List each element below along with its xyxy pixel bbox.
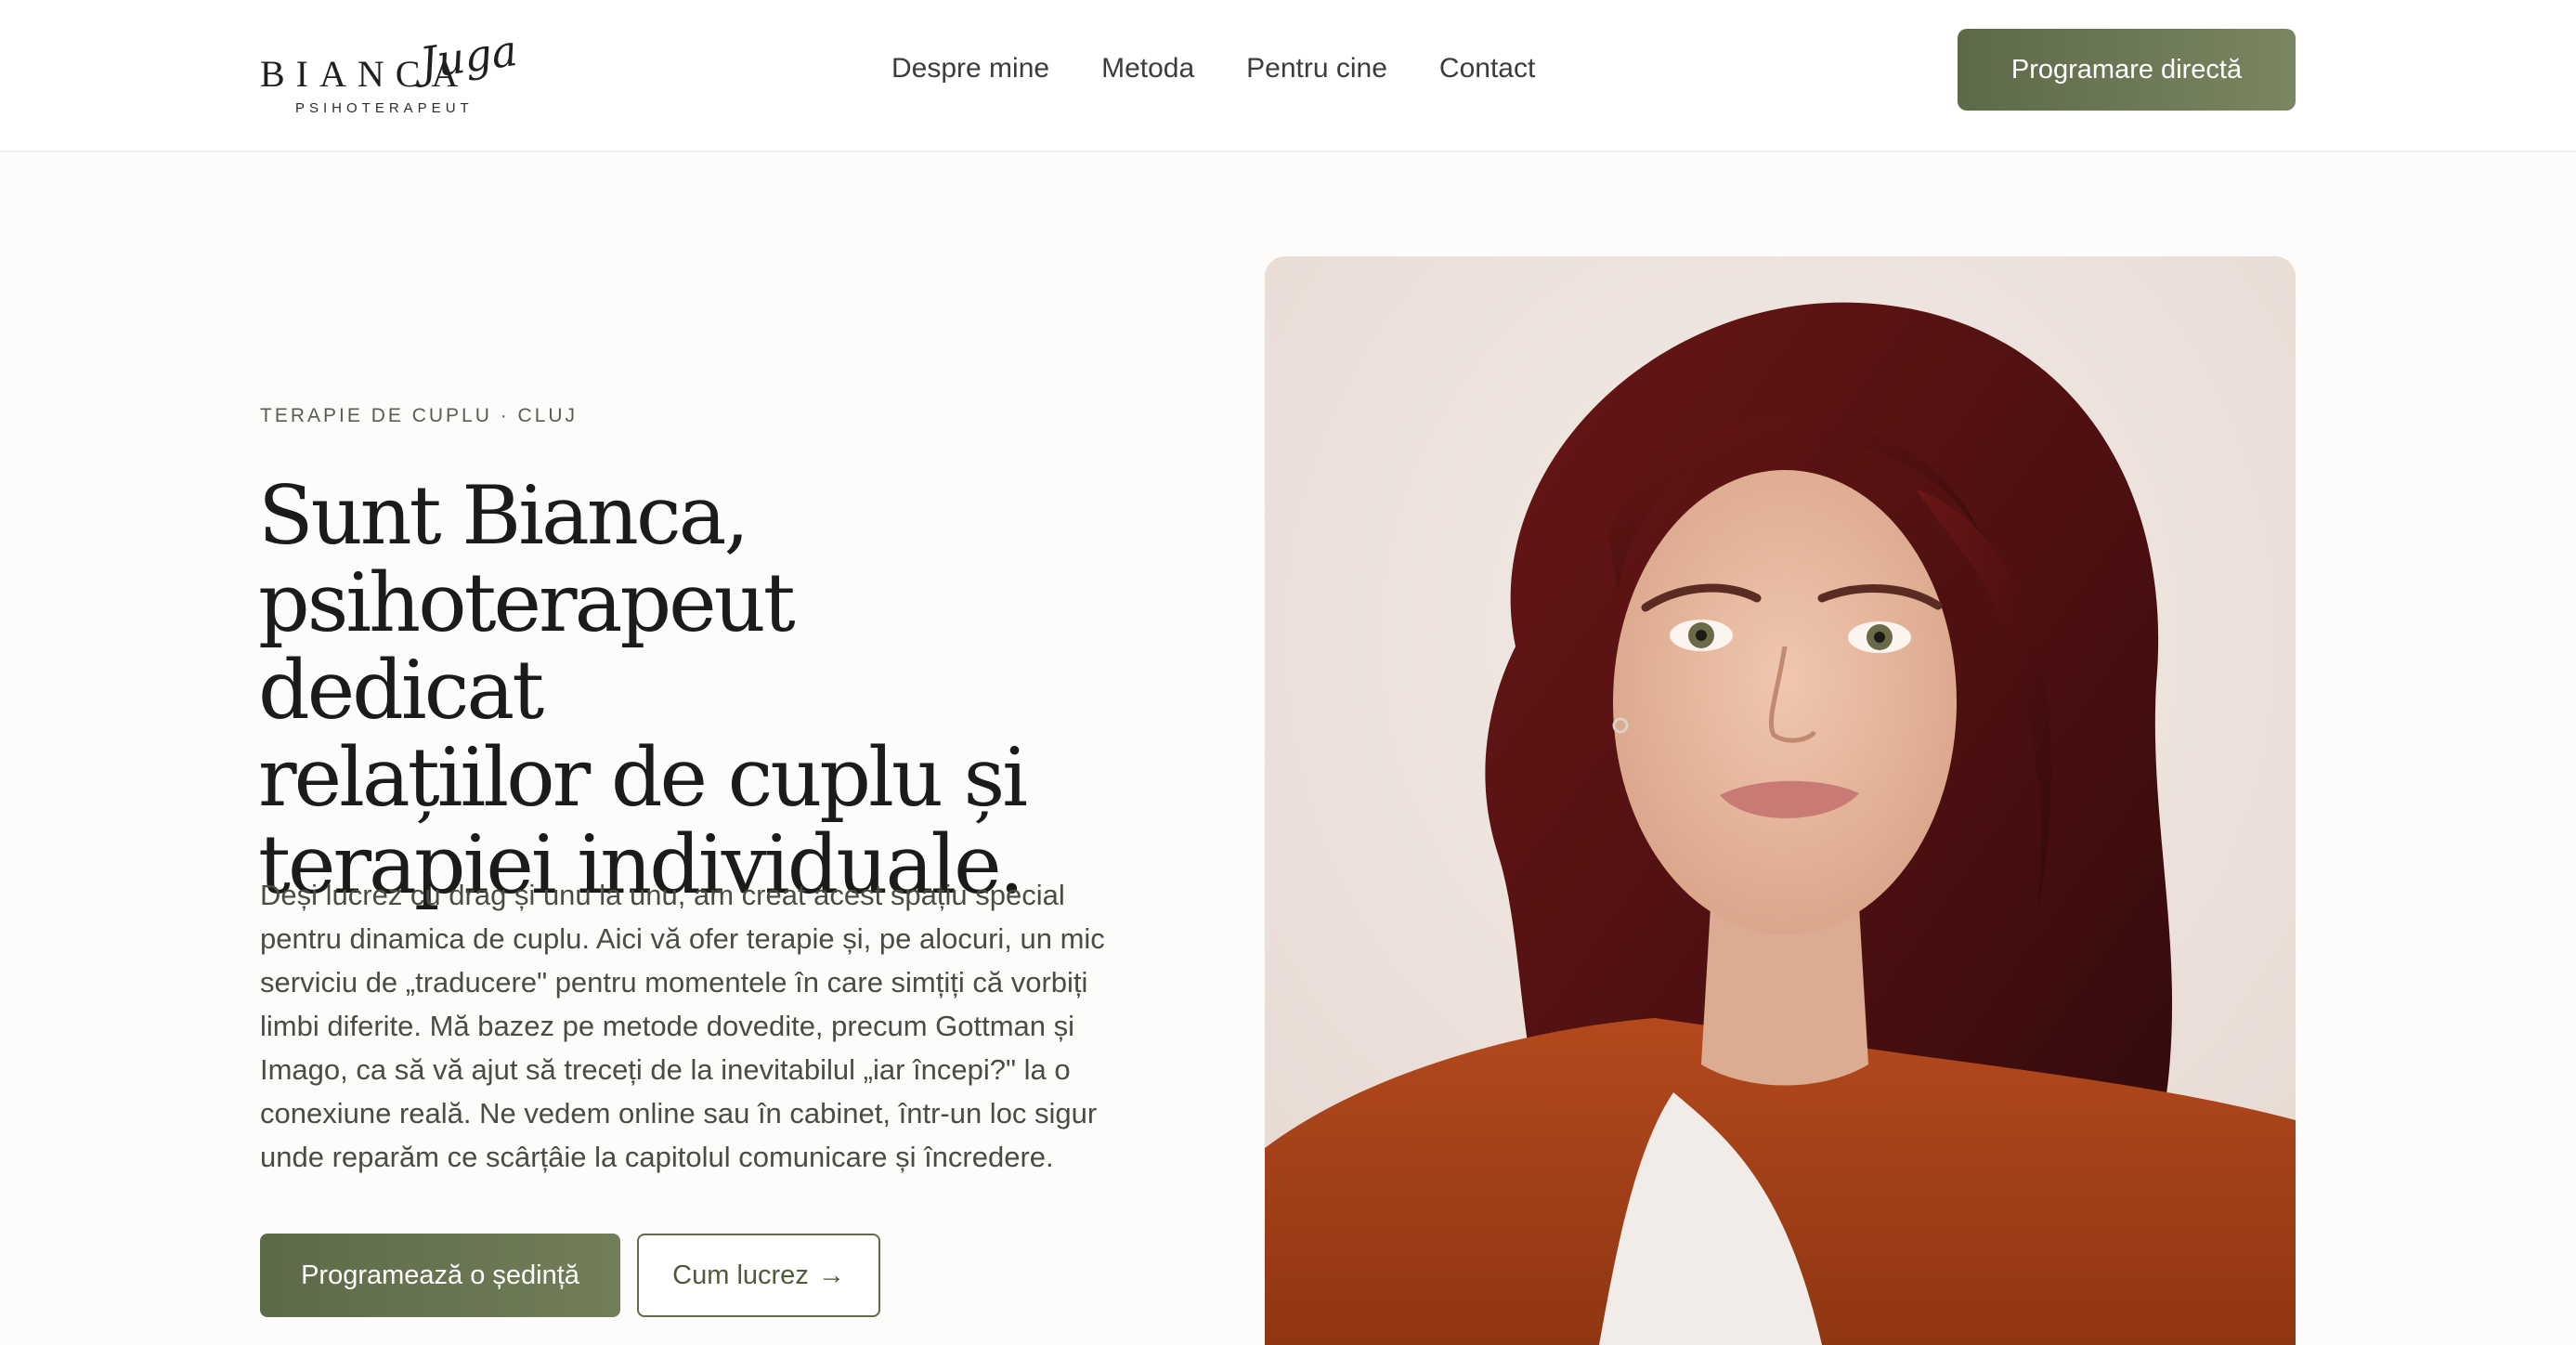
portrait-photo <box>1265 256 2296 1345</box>
nav-item-despre-mine[interactable]: Despre mine <box>891 48 1049 89</box>
nav-item-metoda[interactable]: Metoda <box>1101 48 1194 89</box>
hero-intro: Deși lucrez cu drag și unu la unu, am cr… <box>260 873 1189 1179</box>
arrow-right-icon: → <box>817 1260 845 1290</box>
hero-headline: Sunt Bianca, psihoterapeut dedicat relaț… <box>258 472 1094 908</box>
intro-line: Deși lucrez cu drag și unu la unu, am cr… <box>260 879 1065 911</box>
hero-eyebrow: TERAPIE DE CUPLU · CLUJ <box>260 405 579 426</box>
intro-line: limbi diferite. Mă bazez pe metode doved… <box>260 1010 1075 1042</box>
logo-last-name: Juga <box>416 24 521 89</box>
how-i-work-button[interactable]: Cum lucrez → <box>637 1234 880 1317</box>
nav-item-contact[interactable]: Contact <box>1439 48 1535 89</box>
site-header: BIANCA Juga PSIHOTERAPEUT Despre mine Me… <box>0 0 2576 152</box>
main-nav: Despre mine Metoda Pentru cine Contact <box>891 48 1535 89</box>
intro-line: unde reparăm ce scârțâie la capitolul co… <box>260 1141 1054 1173</box>
headline-line: psihoterapeut dedicat <box>258 555 796 738</box>
nav-item-pentru-cine[interactable]: Pentru cine <box>1246 48 1387 89</box>
intro-line: pentru dinamica de cuplu. Aici vă ofer t… <box>260 922 1105 955</box>
direct-booking-button[interactable]: Programare directă <box>1958 29 2296 111</box>
headline-line: relațiilor de cuplu și <box>258 730 1028 825</box>
portrait-illustration <box>1265 256 2296 1345</box>
book-session-button[interactable]: Programează o ședință <box>260 1234 620 1317</box>
headline-line: Sunt Bianca, <box>258 468 749 563</box>
intro-line: serviciu de „traducere" pentru momentele… <box>260 966 1088 999</box>
intro-line: Imago, ca să vă ajut să treceți de la in… <box>260 1053 1071 1086</box>
logo-subtitle: PSIHOTERAPEUT <box>295 100 474 116</box>
how-i-work-label: Cum lucrez <box>672 1260 809 1290</box>
intro-line: conexiune reală. Ne vedem online sau în … <box>260 1097 1098 1130</box>
site-logo[interactable]: BIANCA Juga PSIHOTERAPEUT <box>260 22 520 124</box>
